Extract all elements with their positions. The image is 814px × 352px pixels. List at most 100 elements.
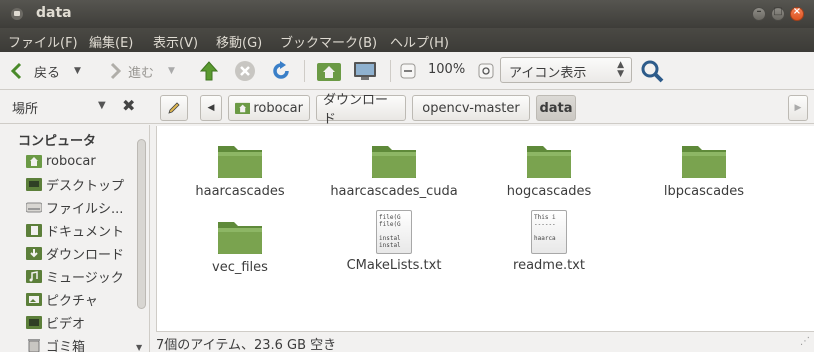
up-arrow-icon [199,61,219,81]
stop-icon [235,61,255,81]
up-button[interactable] [198,58,220,84]
close-icon: × [792,6,802,17]
reload-button[interactable] [270,58,292,84]
minimize-icon: – [756,6,762,17]
sidebar-item-label: ドキュメント [46,224,125,240]
path-segment-data[interactable]: data [536,95,576,121]
resize-grip-icon[interactable]: ⋰ [800,336,810,347]
sidebar-item-music[interactable]: ミュージック [26,265,124,287]
file-item-folder[interactable]: vec_files [165,216,315,275]
sidebar-item-pictures[interactable]: ピクチャ [26,288,98,310]
downloads-icon [26,247,42,260]
menu-go[interactable]: 移動(G) [216,32,262,51]
sidebar-mode-dropdown-icon[interactable]: ▼ [98,100,106,111]
sidebar-item-documents[interactable]: ドキュメント [26,219,124,241]
zoom-out-button[interactable] [400,58,416,84]
path-segment-downloads[interactable]: ダウンロード [316,93,406,127]
edit-location-button[interactable] [160,95,188,121]
sidebar-item-label: ミュージック [46,270,124,286]
sidebar-item-home[interactable]: robocar [26,150,96,172]
zoom-in-icon [478,63,494,79]
file-name: lbpcascades [663,184,745,199]
search-button[interactable] [640,58,664,84]
close-button[interactable]: × [790,6,804,21]
menu-edit[interactable]: 編集(E) [89,32,133,51]
sidebar-item-label: ファイルシ... [46,201,124,217]
stop-button[interactable] [234,58,256,84]
sidebar-item-label: ゴミ箱 [46,339,86,352]
maximize-button[interactable]: □ [771,6,785,21]
folder-icon [527,146,571,178]
sidebar-item-videos[interactable]: ビデオ [26,311,85,333]
toolbar-separator [390,60,391,82]
sidebar-scrollbar[interactable]: ▼ [135,135,148,352]
folder-icon [372,146,416,178]
forward-button[interactable]: 進む ▼ [106,58,175,84]
zoom-out-icon [400,63,416,79]
path-segment-robocar[interactable]: robocar [228,95,310,121]
file-name: vec_files [212,260,268,275]
toolbar-separator [304,60,305,82]
path-segment-label: data [539,100,573,116]
file-name: CMakeLists.txt [346,258,442,273]
sidebar-close-icon[interactable]: ✖ [122,96,135,115]
home-button[interactable] [316,58,342,84]
location-bar: 場所 ▼ ✖ ◀ robocar ダウンロード opencv-master da… [0,90,814,127]
home-folder-icon [235,102,251,114]
sidebar-title: 場所 [12,102,39,117]
sidebar-scrollbar-thumb[interactable] [137,139,146,309]
path-scroll-left-button[interactable]: ◀ [200,95,222,121]
search-icon [641,60,664,83]
home-folder-icon [26,155,42,168]
back-button[interactable]: 戻る ▼ [8,58,81,84]
minimize-button[interactable]: – [752,6,766,21]
file-item-folder[interactable]: lbpcascades [629,140,779,199]
documents-icon [26,224,42,237]
sidebar-item-desktop[interactable]: デスクトップ [26,173,124,195]
path-scroll-right-button[interactable]: ▶ [788,95,808,121]
drive-icon [26,202,42,213]
places-sidebar: コンピュータ robocar デスクトップ ファイルシ... ドキュメント ダウ… [0,125,150,352]
file-item-folder[interactable]: haarcascades [165,140,315,199]
desktop-icon [26,178,42,191]
view-mode-select[interactable]: アイコン表示 ▲ ▼ [500,57,632,83]
app-menu-icon[interactable] [10,7,24,21]
forward-history-chevron-icon[interactable]: ▼ [168,66,175,76]
path-segment-label: ダウンロード [323,93,389,127]
file-preview: file(G file(G instal instal [379,214,401,249]
status-bar: 7個のアイテム、23.6 GB 空き ⋰ [156,331,814,352]
music-icon [26,270,42,283]
status-text: 7個のアイテム、23.6 GB 空き [156,338,337,352]
computer-button[interactable] [352,58,378,84]
sidebar-item-downloads[interactable]: ダウンロード [26,242,124,264]
text-file-icon: This i ------ haarca [531,210,567,254]
back-arrow-icon [10,62,22,80]
file-item-text[interactable]: This i ------ haarca readme.txt [474,210,624,273]
title-bar[interactable]: data – □ × [0,0,814,28]
sidebar-section-heading: コンピュータ [18,134,97,149]
zoom-in-button[interactable] [478,58,494,84]
forward-arrow-icon [110,62,122,80]
menu-bookmarks[interactable]: ブックマーク(B) [280,32,377,51]
scroll-down-icon[interactable]: ▼ [136,343,142,352]
menu-help[interactable]: ヘルプ(H) [390,32,449,51]
file-item-folder[interactable]: hogcascades [474,140,624,199]
sidebar-item-trash[interactable]: ゴミ箱 [26,334,85,352]
text-file-icon: file(G file(G instal instal [376,210,412,254]
menu-view[interactable]: 表示(V) [153,32,198,51]
path-segment-opencv-master[interactable]: opencv-master [412,95,530,121]
forward-label: 進む [128,65,155,81]
trash-icon [28,339,40,352]
file-item-text[interactable]: file(G file(G instal instal CMakeLists.t… [319,210,469,273]
file-item-folder[interactable]: haarcascades_cuda [319,140,469,199]
sidebar-item-label: robocar [46,153,96,169]
file-icon-view[interactable]: haarcascades haarcascades_cuda hogcascad… [156,126,814,331]
menu-file[interactable]: ファイル(F) [8,32,78,51]
path-segment-label: robocar [253,100,303,116]
menu-bar: ファイル(F) 編集(E) 表示(V) 移動(G) ブックマーク(B) ヘルプ(… [0,28,814,52]
back-history-chevron-icon[interactable]: ▼ [74,66,81,76]
sidebar-item-filesystem[interactable]: ファイルシ... [26,196,123,218]
select-arrows-icon: ▲ ▼ [617,60,624,79]
file-name: readme.txt [513,258,585,273]
toolbar: 戻る ▼ 進む ▼ 100% [0,52,814,90]
